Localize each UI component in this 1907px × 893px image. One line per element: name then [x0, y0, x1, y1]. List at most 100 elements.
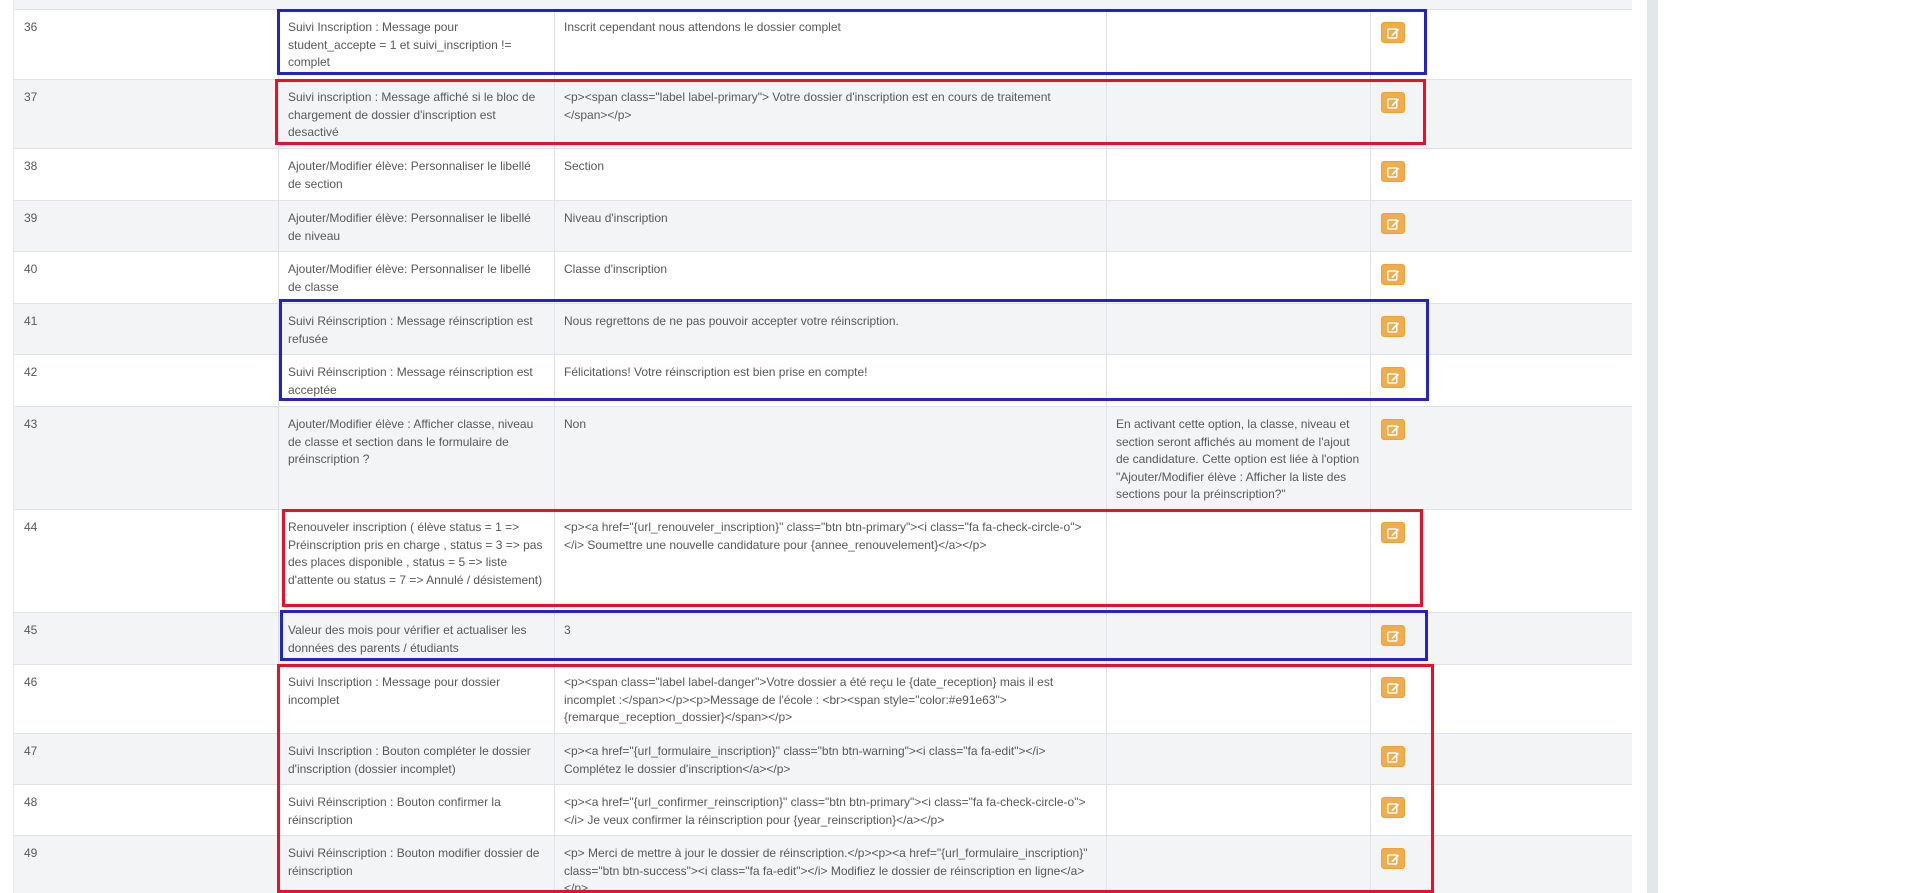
row-id: 49 [24, 846, 38, 860]
row-description: Suivi Inscription : Bouton compléter le … [278, 734, 554, 784]
row-actions [1370, 734, 1633, 784]
row-description: Renouveler inscription ( élève status = … [278, 510, 554, 612]
table-row: 38 Ajouter/Modifier élève: Personnaliser… [14, 148, 1633, 200]
edit-icon [1387, 167, 1400, 178]
row-description: Suivi Réinscription : Bouton confirmer l… [278, 785, 554, 835]
edit-button[interactable] [1381, 848, 1405, 869]
row-description: Ajouter/Modifier élève: Personnaliser le… [278, 201, 554, 251]
row-value: Niveau d'inscription [554, 201, 1106, 251]
table-row: 46 Suivi Inscription : Message pour doss… [14, 664, 1633, 733]
row-value: <p><a href="{url_renouveler_inscription}… [554, 510, 1106, 612]
table-row: 49 Suivi Réinscription : Bouton modifier… [14, 835, 1633, 893]
edit-icon [1387, 528, 1400, 539]
row-note [1106, 201, 1370, 251]
table-row: 48 Suivi Réinscription : Bouton confirme… [14, 784, 1633, 835]
row-id: 37 [24, 90, 38, 104]
edit-icon [1387, 373, 1400, 384]
table-row: 44 Renouveler inscription ( élève status… [14, 509, 1633, 612]
edit-icon [1387, 219, 1400, 230]
row-actions [1370, 613, 1633, 664]
table-row: 36 Suivi Inscription : Message pour stud… [14, 9, 1633, 79]
vertical-scrollbar[interactable] [1647, 0, 1658, 893]
edit-button[interactable] [1381, 92, 1405, 113]
row-id: 39 [24, 211, 38, 225]
row-value: <p> Merci de mettre à jour le dossier de… [554, 836, 1106, 893]
table-row: 47 Suivi Inscription : Bouton compléter … [14, 733, 1633, 784]
edit-icon [1387, 98, 1400, 109]
settings-table-panel: 36 Suivi Inscription : Message pour stud… [13, 0, 1634, 893]
row-description: Suivi inscription : Message affiché si l… [278, 80, 554, 148]
row-actions [1370, 252, 1633, 303]
edit-button[interactable] [1381, 522, 1405, 543]
edit-icon [1387, 854, 1400, 865]
edit-icon [1387, 270, 1400, 281]
row-actions [1370, 149, 1633, 200]
table-row: 39 Ajouter/Modifier élève: Personnaliser… [14, 200, 1633, 251]
row-description: Suivi Inscription : Message pour dossier… [278, 665, 554, 733]
edit-icon [1387, 803, 1400, 814]
row-note [1106, 613, 1370, 664]
edit-button[interactable] [1381, 419, 1405, 440]
row-description: Ajouter/Modifier élève: Personnaliser le… [278, 149, 554, 200]
row-description: Suivi Réinscription : Message réinscript… [278, 355, 554, 406]
edit-button[interactable] [1381, 367, 1405, 388]
row-actions [1370, 304, 1633, 354]
row-actions [1370, 836, 1633, 893]
content-gutter [1632, 0, 1647, 893]
row-actions [1370, 80, 1633, 148]
edit-icon [1387, 683, 1400, 694]
row-description: Suivi Inscription : Message pour student… [278, 10, 554, 79]
row-note [1106, 304, 1370, 354]
row-value: Nous regrettons de ne pas pouvoir accept… [554, 304, 1106, 354]
row-id: 38 [24, 159, 38, 173]
row-actions [1370, 355, 1633, 406]
row-id: 42 [24, 365, 38, 379]
edit-button[interactable] [1381, 746, 1405, 767]
edit-button[interactable] [1381, 161, 1405, 182]
row-actions [1370, 10, 1633, 79]
row-id: 48 [24, 795, 38, 809]
row-note [1106, 734, 1370, 784]
edit-button[interactable] [1381, 22, 1405, 43]
row-note: En activant cette option, la classe, niv… [1106, 407, 1370, 509]
row-note [1106, 665, 1370, 733]
row-description: Ajouter/Modifier élève : Afficher classe… [278, 407, 554, 509]
row-value: Félicitations! Votre réinscription est b… [554, 355, 1106, 406]
row-value: <p><span class="label label-danger">Votr… [554, 665, 1106, 733]
row-note [1106, 252, 1370, 303]
row-actions [1370, 510, 1633, 612]
row-id: 40 [24, 262, 38, 276]
row-value: <p><a href="{url_formulaire_inscription}… [554, 734, 1106, 784]
row-id: 41 [24, 314, 38, 328]
edit-button[interactable] [1381, 264, 1405, 285]
row-actions [1370, 665, 1633, 733]
row-note [1106, 355, 1370, 406]
row-id: 44 [24, 520, 38, 534]
row-id: 43 [24, 417, 38, 431]
row-id: 46 [24, 675, 38, 689]
table-row: 45 Valeur des mois pour vérifier et actu… [14, 612, 1633, 664]
edit-button[interactable] [1381, 677, 1405, 698]
table-row: 40 Ajouter/Modifier élève: Personnaliser… [14, 251, 1633, 303]
edit-button[interactable] [1381, 797, 1405, 818]
edit-icon [1387, 631, 1400, 642]
row-id: 47 [24, 744, 38, 758]
row-description: Suivi Réinscription : Message réinscript… [278, 304, 554, 354]
row-value: Classe d'inscription [554, 252, 1106, 303]
table-row: 43 Ajouter/Modifier élève : Afficher cla… [14, 406, 1633, 509]
edit-button[interactable] [1381, 625, 1405, 646]
row-actions [1370, 407, 1633, 509]
edit-icon [1387, 322, 1400, 333]
row-note [1106, 149, 1370, 200]
edit-button[interactable] [1381, 316, 1405, 337]
edit-button[interactable] [1381, 213, 1405, 234]
row-id: 36 [24, 20, 38, 34]
table-row: 42 Suivi Réinscription : Message réinscr… [14, 354, 1633, 406]
edit-icon [1387, 425, 1400, 436]
previous-row-remnant [14, 0, 1633, 9]
row-description: Suivi Réinscription : Bouton modifier do… [278, 836, 554, 893]
row-value: Inscrit cependant nous attendons le doss… [554, 10, 1106, 79]
row-value: Section [554, 149, 1106, 200]
row-note [1106, 10, 1370, 79]
row-value: <p><a href="{url_confirmer_reinscription… [554, 785, 1106, 835]
